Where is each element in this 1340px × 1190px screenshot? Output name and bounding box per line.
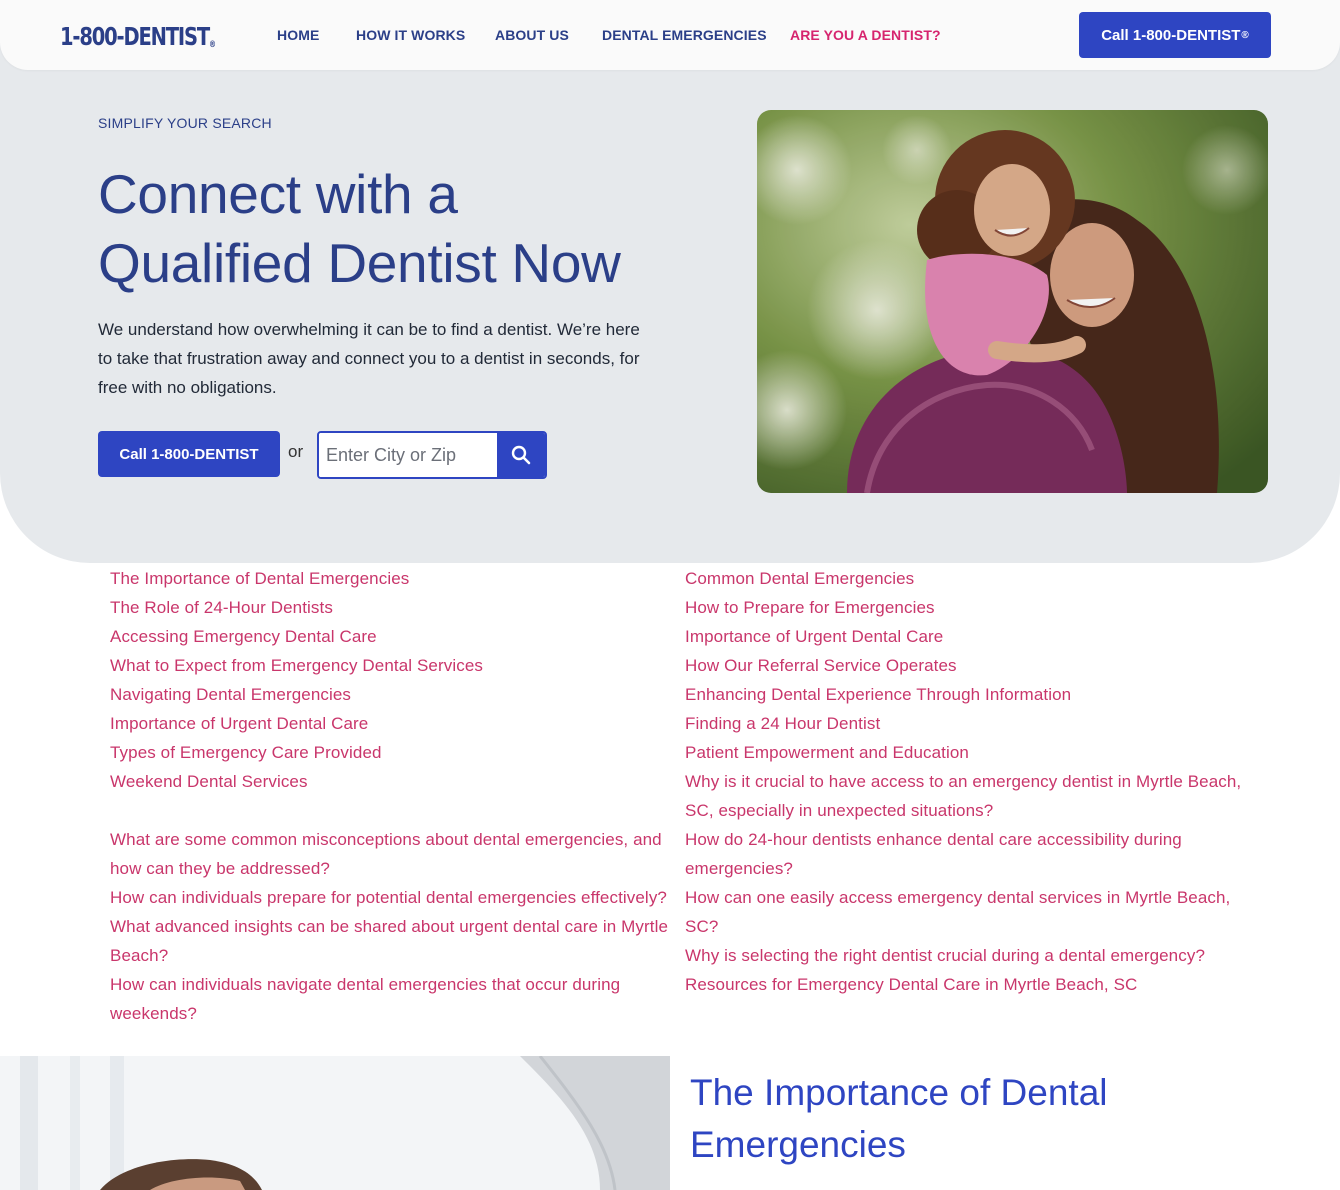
nav-about-us[interactable]: ABOUT US bbox=[495, 26, 569, 44]
city-zip-input[interactable] bbox=[319, 433, 499, 477]
nav-dental-emergencies[interactable]: DENTAL EMERGENCIES bbox=[602, 26, 767, 44]
toc-link[interactable]: How Our Referral Service Operates bbox=[685, 651, 1245, 680]
hero-eyebrow: SIMPLIFY YOUR SEARCH bbox=[98, 115, 272, 131]
toc-link[interactable]: What to Expect from Emergency Dental Ser… bbox=[110, 651, 670, 680]
nav-home[interactable]: HOME bbox=[277, 26, 319, 44]
toc-link[interactable]: Navigating Dental Emergencies bbox=[110, 680, 670, 709]
nav-are-you-a-dentist[interactable]: ARE YOU A DENTIST? bbox=[790, 26, 941, 44]
nav-how-it-works[interactable]: HOW IT WORKS bbox=[356, 26, 465, 44]
toc-faq-link[interactable]: How can one easily access emergency dent… bbox=[685, 883, 1245, 941]
toc-link[interactable]: Types of Emergency Care Provided bbox=[110, 738, 670, 767]
hero-title: Connect with a Qualified Dentist Now bbox=[98, 163, 621, 294]
section-title: The Importance of Dental Emergencies bbox=[690, 1072, 1108, 1165]
toc-faq-link[interactable]: What are some common misconceptions abou… bbox=[110, 825, 670, 883]
top-navbar: 1-800-DENTIST® HOME HOW IT WORKS ABOUT U… bbox=[0, 0, 1340, 70]
toc-faq-link[interactable]: What advanced insights can be shared abo… bbox=[110, 912, 670, 970]
call-button-header-label: Call 1-800-DENTIST bbox=[1101, 26, 1241, 44]
search-button[interactable] bbox=[497, 433, 545, 477]
toc-link[interactable]: The Role of 24-Hour Dentists bbox=[110, 593, 670, 622]
toc-link[interactable]: Weekend Dental Services bbox=[110, 767, 670, 796]
toc-faq-link[interactable]: Why is selecting the right dentist cruci… bbox=[685, 941, 1245, 970]
toc-link[interactable]: Patient Empowerment and Education bbox=[685, 738, 1245, 767]
or-separator: or bbox=[288, 442, 304, 461]
toc-left-column: The Importance of Dental Emergencies The… bbox=[110, 564, 670, 1028]
location-search bbox=[317, 431, 547, 479]
toc-link[interactable]: How to Prepare for Emergencies bbox=[685, 593, 1245, 622]
toc-link[interactable]: Enhancing Dental Experience Through Info… bbox=[685, 680, 1245, 709]
call-button-hero[interactable]: Call 1-800-DENTIST bbox=[98, 431, 280, 477]
toc-link[interactable]: Finding a 24 Hour Dentist bbox=[685, 709, 1245, 738]
hero-photo-mother-daughter bbox=[757, 110, 1268, 493]
toc-faq-link[interactable]: How can individuals navigate dental emer… bbox=[110, 970, 670, 1028]
toc-spacer bbox=[110, 796, 670, 825]
toc-link[interactable]: Importance of Urgent Dental Care bbox=[685, 622, 1245, 651]
toc-faq-link[interactable]: How do 24-hour dentists enhance dental c… bbox=[685, 825, 1245, 883]
search-icon bbox=[511, 445, 531, 465]
toc-faq-link[interactable]: How can individuals prepare for potentia… bbox=[110, 883, 670, 912]
toc-faq-link[interactable]: Why is it crucial to have access to an e… bbox=[685, 767, 1245, 825]
toc-link[interactable]: Importance of Urgent Dental Care bbox=[110, 709, 670, 738]
toc-right-column: Common Dental Emergencies How to Prepare… bbox=[685, 564, 1245, 999]
toc-link[interactable]: The Importance of Dental Emergencies bbox=[110, 564, 670, 593]
toc-link[interactable]: Accessing Emergency Dental Care bbox=[110, 622, 670, 651]
call-button-header[interactable]: Call 1-800-DENTIST ® bbox=[1079, 12, 1271, 58]
hero-description: We understand how overwhelming it can be… bbox=[98, 320, 640, 397]
site-logo[interactable]: 1-800-DENTIST® bbox=[60, 22, 216, 52]
toc-link[interactable]: Resources for Emergency Dental Care in M… bbox=[685, 970, 1245, 999]
toc-link[interactable]: Common Dental Emergencies bbox=[685, 564, 1245, 593]
dental-emergency-photo bbox=[0, 1056, 670, 1190]
